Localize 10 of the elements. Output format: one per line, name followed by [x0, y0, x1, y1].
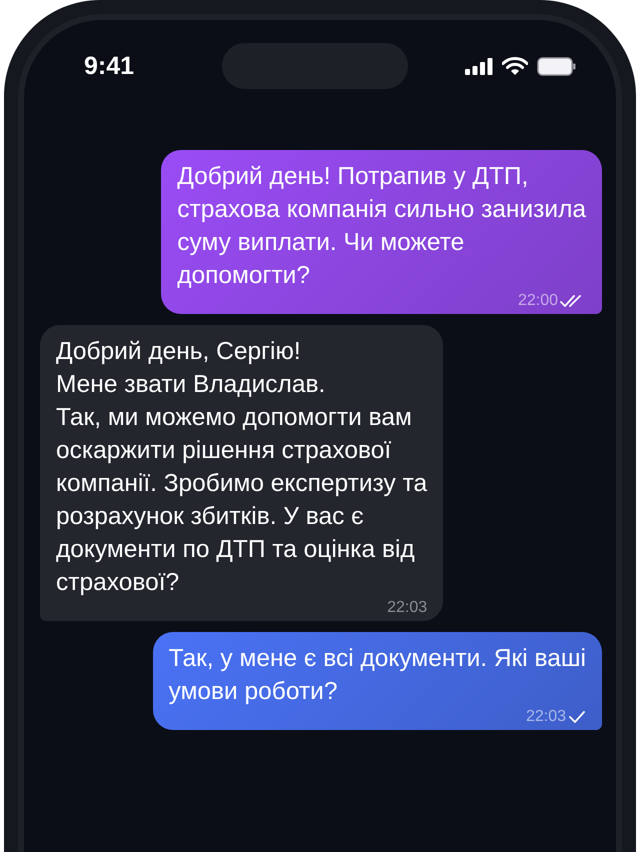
- message-time: 22:03: [387, 599, 428, 617]
- battery-icon: [537, 56, 576, 76]
- message-text: Добрий день, Сергію! Мене звати Владислав. Так, ми можемо допомогти вам оскаржити рішення страхової компанії. Зробимо експертизу та розрахунок збитків. У вас є документи по ДТП та оцінка від страхової?: [56, 337, 428, 598]
- status-time: 9:41: [84, 52, 136, 80]
- message-text: Так, у мене є всі документи. Які ваші умови роботи?: [168, 644, 586, 707]
- wifi-icon: [502, 56, 528, 76]
- signal-icon: [465, 57, 493, 75]
- message-text: Добрий день! Потрапив у ДТП, страхова компанія сильно занизила суму виплати. Чи можете допомогти?: [177, 162, 586, 291]
- message-time: 22:00: [518, 292, 558, 310]
- message-time: 22:03: [526, 708, 566, 726]
